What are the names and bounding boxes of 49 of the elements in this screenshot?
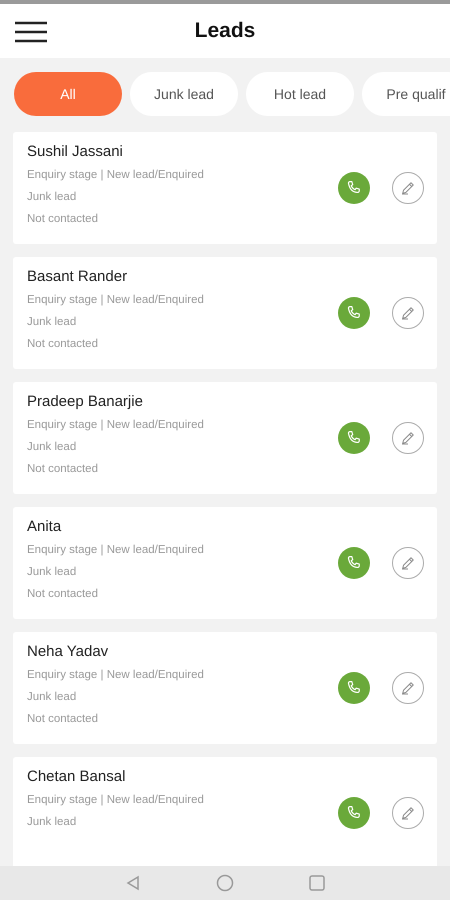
edit-button[interactable] bbox=[392, 422, 424, 454]
lead-status: Not contacted bbox=[27, 462, 99, 477]
edit-button[interactable] bbox=[392, 797, 424, 829]
lead-type: Junk lead bbox=[27, 690, 78, 705]
lead-name: Anita bbox=[27, 517, 62, 537]
lead-status: Not contacted bbox=[27, 212, 99, 227]
lead-card[interactable]: Anita Enquiry stage | New lead/Enquired Junk lead Not contacted bbox=[13, 507, 437, 619]
lead-stage: Enquiry stage | New lead/Enquired bbox=[27, 793, 205, 808]
lead-stage: Enquiry stage | New lead/Enquired bbox=[27, 543, 205, 558]
edit-button[interactable] bbox=[392, 172, 424, 204]
lead-card[interactable]: Pradeep Banarjie Enquiry stage | New lead/Enquired Junk lead Not contacted bbox=[13, 382, 437, 494]
lead-card[interactable]: Neha Yadav Enquiry stage | New lead/Enquired Junk lead Not contacted bbox=[13, 632, 437, 744]
filter-chip[interactable]: Pre qualif bbox=[362, 72, 450, 116]
screen-title: Leads bbox=[194, 18, 256, 44]
call-button[interactable] bbox=[338, 172, 370, 204]
lead-stage: Enquiry stage | New lead/Enquired bbox=[27, 293, 205, 308]
lead-card[interactable]: Basant Rander Enquiry stage | New lead/Enquired Junk lead Not contacted bbox=[13, 257, 437, 369]
lead-card[interactable]: Chetan Bansal Enquiry stage | New lead/Enquired Junk lead bbox=[13, 757, 437, 866]
lead-stage: Enquiry stage | New lead/Enquired bbox=[27, 418, 205, 433]
lead-status: Not contacted bbox=[27, 587, 99, 602]
lead-type: Junk lead bbox=[27, 440, 78, 455]
lead-name: Basant Rander bbox=[27, 267, 128, 287]
lead-status: Not contacted bbox=[27, 337, 99, 352]
lead-type: Junk lead bbox=[27, 315, 78, 330]
call-button[interactable] bbox=[338, 672, 370, 704]
edit-button[interactable] bbox=[392, 672, 424, 704]
lead-type: Junk lead bbox=[27, 815, 78, 830]
lead-type: Junk lead bbox=[27, 190, 78, 205]
lead-name: Chetan Bansal bbox=[27, 767, 126, 787]
lead-name: Sushil Jassani bbox=[27, 142, 124, 162]
lead-type: Junk lead bbox=[27, 565, 78, 580]
lead-stage: Enquiry stage | New lead/Enquired bbox=[27, 668, 205, 683]
lead-card[interactable]: Sushil Jassani Enquiry stage | New lead/Enquired Junk lead Not contacted bbox=[13, 132, 437, 244]
edit-button[interactable] bbox=[392, 547, 424, 579]
home-icon[interactable] bbox=[216, 874, 234, 892]
back-icon[interactable] bbox=[125, 875, 141, 891]
lead-status: Not contacted bbox=[27, 712, 99, 727]
lead-name: Neha Yadav bbox=[27, 642, 110, 662]
call-button[interactable] bbox=[338, 422, 370, 454]
recents-icon[interactable] bbox=[309, 875, 325, 891]
lead-name: Pradeep Banarjie bbox=[27, 392, 144, 412]
call-button[interactable] bbox=[338, 547, 370, 579]
edit-button[interactable] bbox=[392, 297, 424, 329]
call-button[interactable] bbox=[338, 297, 370, 329]
menu-icon[interactable] bbox=[15, 21, 47, 43]
filter-chip[interactable]: Junk lead bbox=[130, 72, 238, 116]
filter-chip[interactable]: Hot lead bbox=[246, 72, 354, 116]
call-button[interactable] bbox=[338, 797, 370, 829]
lead-stage: Enquiry stage | New lead/Enquired bbox=[27, 168, 205, 183]
